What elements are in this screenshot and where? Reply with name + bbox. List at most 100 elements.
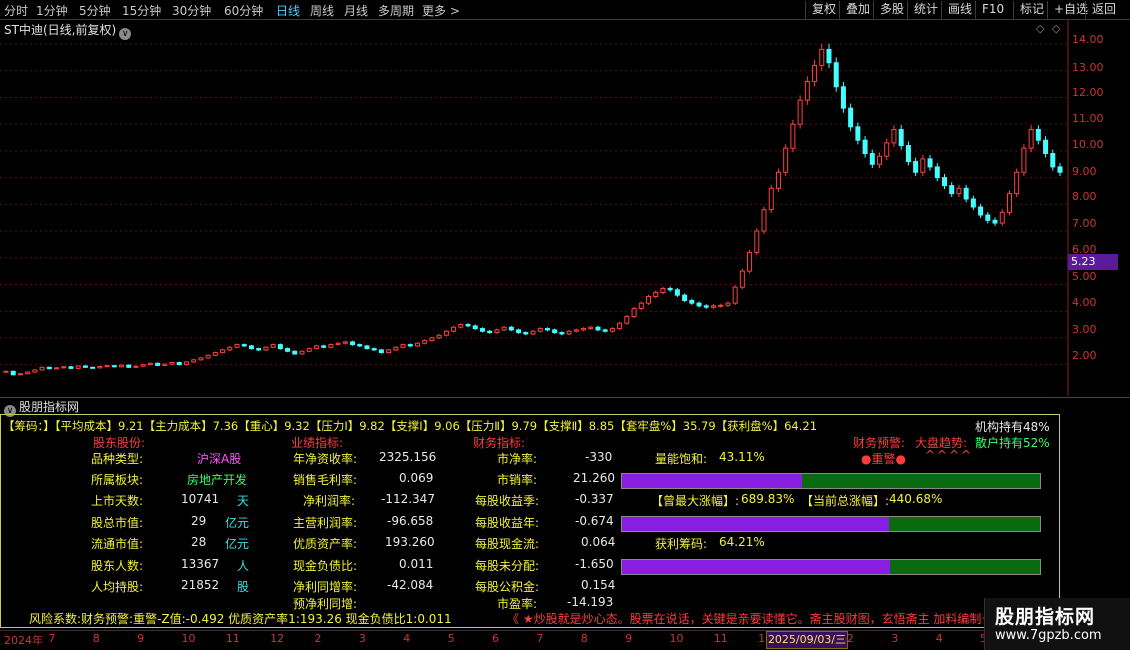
tf-5min[interactable]: 5分钟: [79, 2, 111, 19]
row-value: 0.069: [399, 471, 434, 485]
period-toolbar: 分时 1分钟 5分钟 15分钟 30分钟 60分钟 日线 周线 月线 多周期 更…: [0, 0, 1130, 20]
candle-body: [978, 206, 984, 216]
row-label: 上市天数:: [91, 494, 144, 508]
candle-body: [682, 294, 688, 302]
adjust-button[interactable]: 复权: [805, 1, 842, 19]
candle-body: [985, 214, 991, 221]
candle-body: [891, 129, 897, 144]
candle-body: [1028, 129, 1034, 149]
date-tick: 8: [580, 632, 588, 645]
chart-title[interactable]: ST中迪(日线,前复权) ∨: [4, 21, 132, 40]
draw-line-button[interactable]: 画线: [941, 1, 978, 19]
candle-body: [313, 345, 319, 350]
candle-body: [1035, 129, 1041, 141]
mark-button[interactable]: 标记: [1013, 1, 1050, 19]
row-label: 每股现金流:: [475, 537, 540, 551]
candle-body: [840, 86, 846, 109]
row-label: 股东人数:: [91, 559, 144, 573]
date-tick: 10: [181, 632, 196, 645]
candle-body: [458, 324, 464, 328]
diamond-icon[interactable]: ◇: [1052, 22, 1060, 35]
max-gain-value: 689.83%: [741, 492, 795, 506]
date-tick: 11: [225, 632, 240, 645]
date-tick: 2024年: [4, 634, 43, 647]
selected-date: 2025/09/03/三: [766, 631, 848, 649]
candle-body: [783, 147, 789, 173]
candle-body: [119, 364, 125, 368]
candle-body: [292, 350, 298, 355]
candle-body: [277, 344, 283, 350]
row-value: -1.650: [575, 557, 614, 571]
overlay-button[interactable]: 叠加: [839, 1, 876, 19]
f10-button[interactable]: F10: [975, 1, 1010, 19]
tf-daily[interactable]: 日线: [276, 2, 300, 19]
candle-body: [970, 198, 976, 208]
candle-body: [949, 185, 955, 195]
price-axis: 14.00 13.00 12.00 11.00 10.00 9.00 8.00 …: [1068, 20, 1118, 396]
row-label: 每股未分配:: [475, 559, 540, 573]
tf-30min[interactable]: 30分钟: [172, 2, 211, 19]
multi-stock-button[interactable]: 多股: [873, 1, 910, 19]
candle-body: [898, 129, 904, 147]
candle-body: [884, 142, 890, 157]
candle-body: [111, 365, 117, 368]
stats-button[interactable]: 统计: [907, 1, 944, 19]
current-price-tag: 5.23: [1068, 254, 1118, 270]
indicator-header: ∨ 股朋指标网: [0, 397, 1130, 417]
candle-body: [718, 304, 724, 307]
candle-body: [68, 366, 74, 369]
tf-monthly[interactable]: 月线: [344, 2, 368, 19]
tf-60min[interactable]: 60分钟: [224, 2, 263, 19]
candle-body: [862, 139, 868, 155]
price-tick: 12.00: [1072, 86, 1104, 99]
date-tick: 10: [669, 632, 684, 645]
candle-body: [689, 300, 695, 304]
back-button[interactable]: 返回: [1085, 1, 1122, 19]
profit-chips-fill: [622, 560, 891, 574]
candle-body: [97, 365, 103, 369]
chevron-down-icon[interactable]: ∨: [119, 28, 132, 40]
chip-summary: 【筹码：】【平均成本】9.21【主力成本】7.36【重心】9.32【压力Ⅰ】9.…: [3, 419, 818, 433]
candle-body: [407, 344, 413, 347]
institution-hold: 机构持有48%: [975, 420, 1050, 434]
watermark-url: www.7gpzb.com: [995, 628, 1102, 643]
candle-body: [285, 348, 291, 352]
tf-weekly[interactable]: 周线: [310, 2, 334, 19]
candle-body: [559, 332, 565, 335]
row-value: 21.260: [573, 471, 615, 485]
row-label: 市销率:: [497, 473, 538, 487]
date-tick: 6: [492, 632, 499, 645]
row-label: 销售毛利率:: [293, 473, 358, 487]
candle-body: [176, 361, 182, 366]
candle-body: [212, 352, 218, 356]
diamond-icon[interactable]: ◇: [1036, 22, 1044, 35]
row-label: 股总市值:: [91, 516, 144, 530]
row-value: 0.011: [399, 557, 434, 571]
candle-body: [1057, 166, 1063, 173]
price-tick: 14.00: [1072, 33, 1104, 46]
candle-body: [32, 369, 38, 373]
tf-fenshi[interactable]: 分时: [4, 2, 28, 19]
row-label: 年净资收率:: [293, 452, 358, 466]
motto: 《 ★炒股就是炒心态。股票在说话，关键是亲要读懂它。斋主股财图，玄悟斋主 加料编…: [507, 612, 993, 626]
candle-body: [270, 344, 276, 348]
tf-multi[interactable]: 多周期: [378, 2, 414, 19]
candle-body: [725, 302, 731, 306]
tf-1min[interactable]: 1分钟: [36, 2, 68, 19]
candle-body: [371, 348, 377, 351]
tf-15min[interactable]: 15分钟: [122, 2, 161, 19]
candle-body: [624, 316, 630, 324]
row-value: 2325.156: [379, 450, 437, 464]
row-label: 每股收益季:: [475, 494, 540, 508]
candle-body: [205, 354, 211, 359]
candle-body: [797, 99, 803, 125]
candle-body: [660, 287, 666, 293]
candle-body: [1021, 147, 1027, 173]
candle-body: [342, 341, 348, 344]
row-unit: 亿元: [225, 537, 250, 551]
row-value: -96.658: [387, 514, 434, 528]
candle-body: [646, 296, 652, 304]
row-unit: 天: [237, 494, 250, 508]
row-label: 每股收益年:: [475, 516, 540, 530]
tf-more[interactable]: 更多 >: [422, 2, 460, 19]
